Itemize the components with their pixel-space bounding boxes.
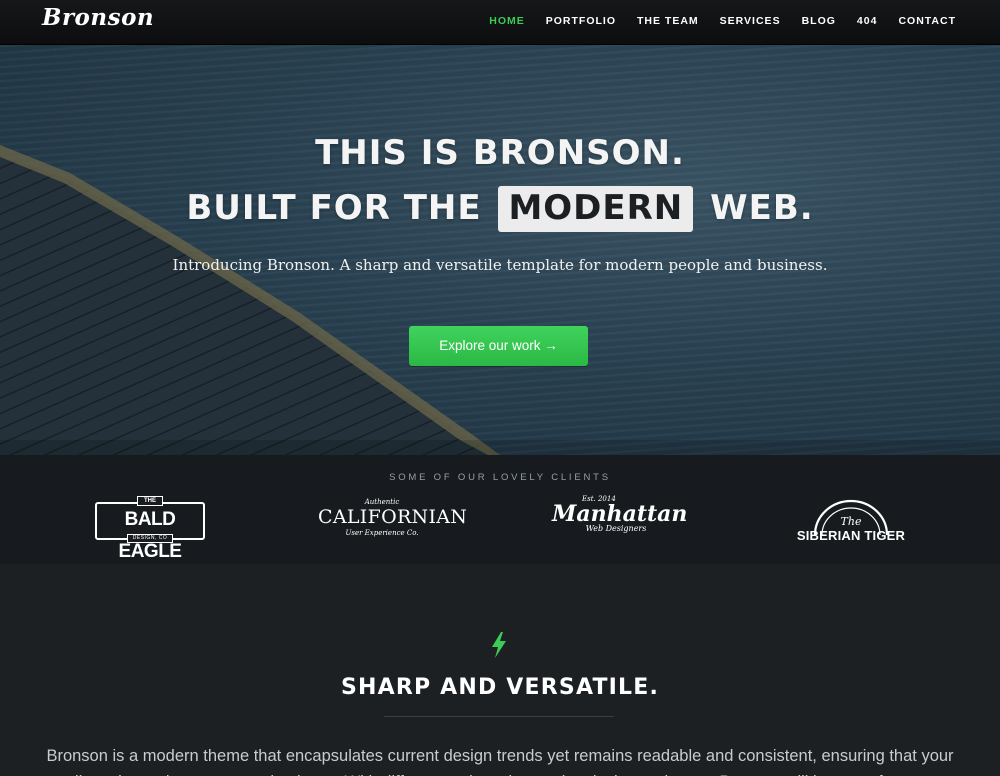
hero-section: THIS IS BRONSON. BUILT FOR THE MODERN WE… (0, 45, 1000, 455)
nav-item-services[interactable]: SERVICES (720, 15, 781, 27)
hero-title-before: BUILT FOR THE (186, 188, 482, 228)
bald-eagle-sub: DESIGN, CO (127, 534, 173, 543)
tiger-name: SIBERIAN TIGER (796, 528, 906, 543)
lightning-bolt-icon (492, 632, 506, 658)
hero-title-after: WEB. (710, 188, 814, 228)
californian-name: CALIFORNIAN (318, 506, 468, 528)
main-menu: HOME PORTFOLIO THE TEAM SERVICES BLOG 40… (468, 0, 956, 42)
nav-item-404[interactable]: 404 (857, 15, 878, 27)
feature-text: Bronson is a modern theme that encapsula… (46, 747, 954, 776)
client-logo-siberian-tiger: The SIBERIAN TIGER (793, 495, 909, 550)
hero-title-line1: THIS IS BRONSON. (315, 133, 685, 173)
feature-section: SHARP AND VERSATILE. Bronson is a modern… (0, 564, 1000, 776)
nav-item-blog[interactable]: BLOG (802, 15, 836, 27)
client-logo-manhattan: Est. 2014 Manhattan Web Designers (552, 495, 687, 550)
tiger-the: The (840, 515, 862, 528)
californian-sub: User Experience Co. (345, 529, 419, 537)
client-logo-californian: Authentic CALIFORNIAN User Experience Co… (318, 495, 468, 550)
bald-eagle-tag: THE (137, 496, 163, 506)
nav-item-contact[interactable]: CONTACT (898, 15, 956, 27)
clients-label: SOME OF OUR LOVELY CLIENTS (389, 472, 611, 483)
site-logo[interactable]: Bronson (42, 4, 154, 31)
nav-item-home[interactable]: HOME (489, 15, 525, 27)
californian-top: Authentic (364, 498, 400, 506)
nav-item-portfolio[interactable]: PORTFOLIO (546, 15, 616, 27)
nav-item-the-team[interactable]: THE TEAM (637, 15, 699, 27)
clients-strip: SOME OF OUR LOVELY CLIENTS BALD EAGLE TH… (0, 455, 1000, 564)
hero-subtitle: Introducing Bronson. A sharp and versati… (172, 256, 828, 274)
client-logo-bald-eagle: BALD EAGLE THE DESIGN, CO (95, 495, 205, 562)
hero-title-highlight: MODERN (498, 186, 694, 232)
feature-divider (384, 716, 614, 717)
top-navbar: Bronson HOME PORTFOLIO THE TEAM SERVICES… (0, 0, 1000, 45)
hero-overlay (0, 45, 1000, 455)
hero-title-line2: BUILT FOR THE MODERN WEB. (0, 186, 1000, 232)
feature-title: SHARP AND VERSATILE. (340, 675, 660, 700)
explore-work-button[interactable]: Explore our work → (409, 326, 588, 366)
